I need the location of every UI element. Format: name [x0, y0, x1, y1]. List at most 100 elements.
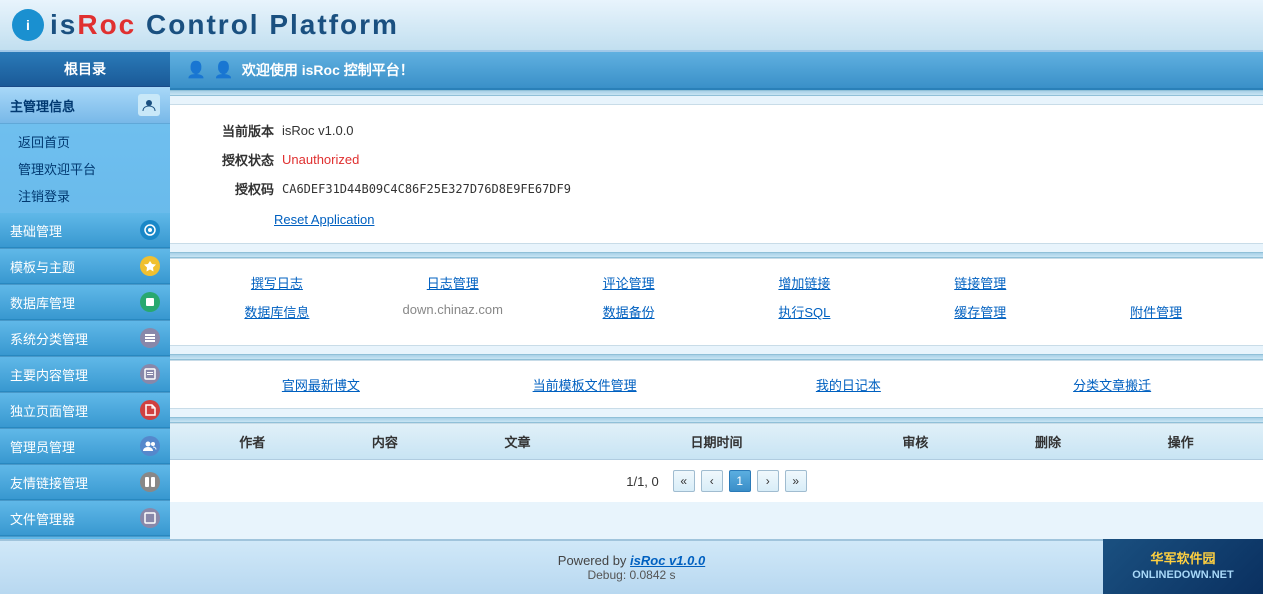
sidebar-section-database: 数据库管理	[0, 285, 170, 321]
sidebar-section-database-icon	[140, 292, 160, 312]
quick-link-data-backup-real[interactable]: 数据备份	[546, 302, 712, 321]
footer-powered-text: Powered by	[558, 553, 630, 568]
sidebar-section-filemanager-icon	[140, 508, 160, 528]
sidebar-section-template-header[interactable]: 模板与主题	[0, 249, 170, 284]
quick-link-latest-post[interactable]: 官网最新博文	[194, 375, 448, 394]
quick-link-write-log[interactable]: 撰写日志	[194, 273, 360, 292]
content-area: 👤 👤 欢迎使用 isRoc 控制平台！ 当前版本 isRoc v1.0.0 授…	[170, 52, 1263, 539]
sidebar-section-page: 独立页面管理	[0, 393, 170, 429]
sidebar-section-manager-header[interactable]: 管理员管理	[0, 429, 170, 464]
sidebar-link-logout[interactable]: 注销登录	[0, 182, 170, 209]
table-header-author: 作者	[186, 432, 319, 451]
sidebar-section-template-icon	[140, 256, 160, 276]
welcome-icon: 👤	[186, 60, 206, 80]
sidebar-section-template-label: 模板与主题	[10, 257, 75, 276]
quick-links-grid-1b: 数据库信息 down.chinaz.com 数据备份 执行SQL 缓存管理 附件…	[194, 302, 1239, 321]
footer-debug: Debug: 0.0842 s	[587, 568, 675, 582]
title-roc: Roc	[77, 9, 136, 40]
quick-link-comment-manage[interactable]: 评论管理	[546, 273, 712, 292]
quick-link-data-backup[interactable]: down.chinaz.com	[370, 302, 536, 321]
version-value: isRoc v1.0.0	[282, 123, 354, 138]
sidebar-section-category-header[interactable]: 系统分类管理	[0, 321, 170, 356]
quick-section-1: 撰写日志 日志管理 评论管理 增加链接 链接管理 数据库信息 down.chin…	[170, 258, 1263, 346]
table-header-operation: 操作	[1114, 432, 1247, 451]
footer-badge-main: 华军软件园	[1132, 550, 1233, 568]
welcome-bar: 👤 👤 欢迎使用 isRoc 控制平台！	[170, 52, 1263, 90]
logo-i: i	[26, 17, 30, 33]
quick-link-attachment-manage[interactable]: 附件管理	[1073, 302, 1239, 321]
quick-section-2: 官网最新博文 当前模板文件管理 我的日记本 分类文章搬迁	[170, 360, 1263, 409]
quick-link-article-migrate[interactable]: 分类文章搬迁	[985, 375, 1239, 394]
footer-badge-text: 华军软件园 ONLINEDOWN.NET	[1132, 550, 1233, 584]
footer-link[interactable]: isRoc v1.0.0	[630, 553, 705, 568]
admin-info-section: 主管理信息	[0, 87, 170, 124]
app-header: i isRoc Control Platform	[0, 0, 1263, 52]
table-header-review: 审核	[849, 432, 982, 451]
sidebar-section-category-icon	[140, 328, 160, 348]
sidebar-root-label: 根目录	[0, 52, 170, 87]
sidebar-section-links: 友情链接管理	[0, 465, 170, 501]
code-row: 授权码 CA6DEF31D44B09C4C86F25E327D76D8E9FE6…	[194, 179, 1239, 198]
auth-value: Unauthorized	[282, 152, 359, 167]
quick-link-log-manage[interactable]: 日志管理	[370, 273, 536, 292]
sidebar-section-page-header[interactable]: 独立页面管理	[0, 393, 170, 428]
pagination-row: 1/1, 0 « ‹ 1 › »	[170, 460, 1263, 502]
info-section: 当前版本 isRoc v1.0.0 授权状态 Unauthorized 授权码 …	[170, 104, 1263, 244]
divider1	[170, 90, 1263, 96]
sidebar-section-content-header[interactable]: 主要内容管理	[0, 357, 170, 392]
table-section: 作者 内容 文章 日期时间 审核 删除 操作 1/1, 0 « ‹ 1 › »	[170, 423, 1263, 502]
quick-link-db-info[interactable]: 数据库信息	[194, 302, 360, 321]
pagination-last[interactable]: »	[785, 470, 807, 492]
pagination-current[interactable]: 1	[729, 470, 751, 492]
code-label: 授权码	[194, 179, 274, 198]
sidebar-section-links-icon	[140, 472, 160, 492]
welcome-icon2: 👤	[214, 60, 234, 80]
quick-links-grid-1: 撰写日志 日志管理 评论管理 增加链接 链接管理	[194, 273, 1239, 292]
quick-links-grid-2: 官网最新博文 当前模板文件管理 我的日记本 分类文章搬迁	[194, 375, 1239, 394]
sidebar-section-category-label: 系统分类管理	[10, 329, 88, 348]
version-label: 当前版本	[194, 121, 274, 140]
sidebar-section-manager: 管理员管理	[0, 429, 170, 465]
welcome-text: 欢迎使用 isRoc 控制平台！	[242, 60, 414, 80]
reset-application-link[interactable]: Reset Application	[274, 212, 374, 227]
sidebar-link-home[interactable]: 返回首页	[0, 128, 170, 155]
app-title: isRoc Control Platform	[50, 9, 399, 41]
sidebar-section-template: 模板与主题	[0, 249, 170, 285]
sidebar-section-database-header[interactable]: 数据库管理	[0, 285, 170, 320]
title-rest: Control Platform	[136, 9, 399, 40]
pagination-prev[interactable]: ‹	[701, 470, 723, 492]
quick-link-link-manage[interactable]: 链接管理	[897, 273, 1063, 292]
logo: i isRoc Control Platform	[12, 9, 399, 41]
table-header-content: 内容	[319, 432, 452, 451]
quick-link-cache-manage[interactable]: 缓存管理	[897, 302, 1063, 321]
quick-link-my-diary[interactable]: 我的日记本	[722, 375, 976, 394]
sidebar-section-basic-icon	[140, 220, 160, 240]
quick-link-template-manage[interactable]: 当前模板文件管理	[458, 375, 712, 394]
quick-link-exec-sql[interactable]: 执行SQL	[721, 302, 887, 321]
auth-row: 授权状态 Unauthorized	[194, 150, 1239, 169]
sidebar-section-filemanager-header[interactable]: 文件管理器	[0, 501, 170, 536]
logo-icon: i	[12, 9, 44, 41]
sidebar-section-links-header[interactable]: 友情链接管理	[0, 465, 170, 500]
title-is: is	[50, 9, 77, 40]
sidebar: 根目录 主管理信息 返回首页 管理欢迎平台 注销登录 基础管理 模板	[0, 52, 170, 539]
quick-link-add-link[interactable]: 增加链接	[721, 273, 887, 292]
code-value: CA6DEF31D44B09C4C86F25E327D76D8E9FE67DF9	[282, 182, 571, 196]
table-header-row: 作者 内容 文章 日期时间 审核 删除 操作	[170, 424, 1263, 460]
sidebar-section-database-label: 数据库管理	[10, 293, 75, 312]
sidebar-section-manager-icon	[140, 436, 160, 456]
pagination-first[interactable]: «	[673, 470, 695, 492]
table-header-delete: 删除	[982, 432, 1115, 451]
sidebar-link-welcome[interactable]: 管理欢迎平台	[0, 155, 170, 182]
footer-badge-sub: ONLINEDOWN.NET	[1132, 568, 1233, 583]
sidebar-section-filemanager: 文件管理器	[0, 501, 170, 537]
sidebar-section-category: 系统分类管理	[0, 321, 170, 357]
sidebar-section-manager-label: 管理员管理	[10, 437, 75, 456]
sidebar-section-basic: 基础管理	[0, 213, 170, 249]
sidebar-section-basic-header[interactable]: 基础管理	[0, 213, 170, 248]
sidebar-section-content-label: 主要内容管理	[10, 365, 88, 384]
pagination-next[interactable]: ›	[757, 470, 779, 492]
sidebar-section-basic-label: 基础管理	[10, 221, 62, 240]
table-header-datetime: 日期时间	[584, 432, 849, 451]
footer-badge: 华军软件园 ONLINEDOWN.NET	[1103, 539, 1263, 594]
